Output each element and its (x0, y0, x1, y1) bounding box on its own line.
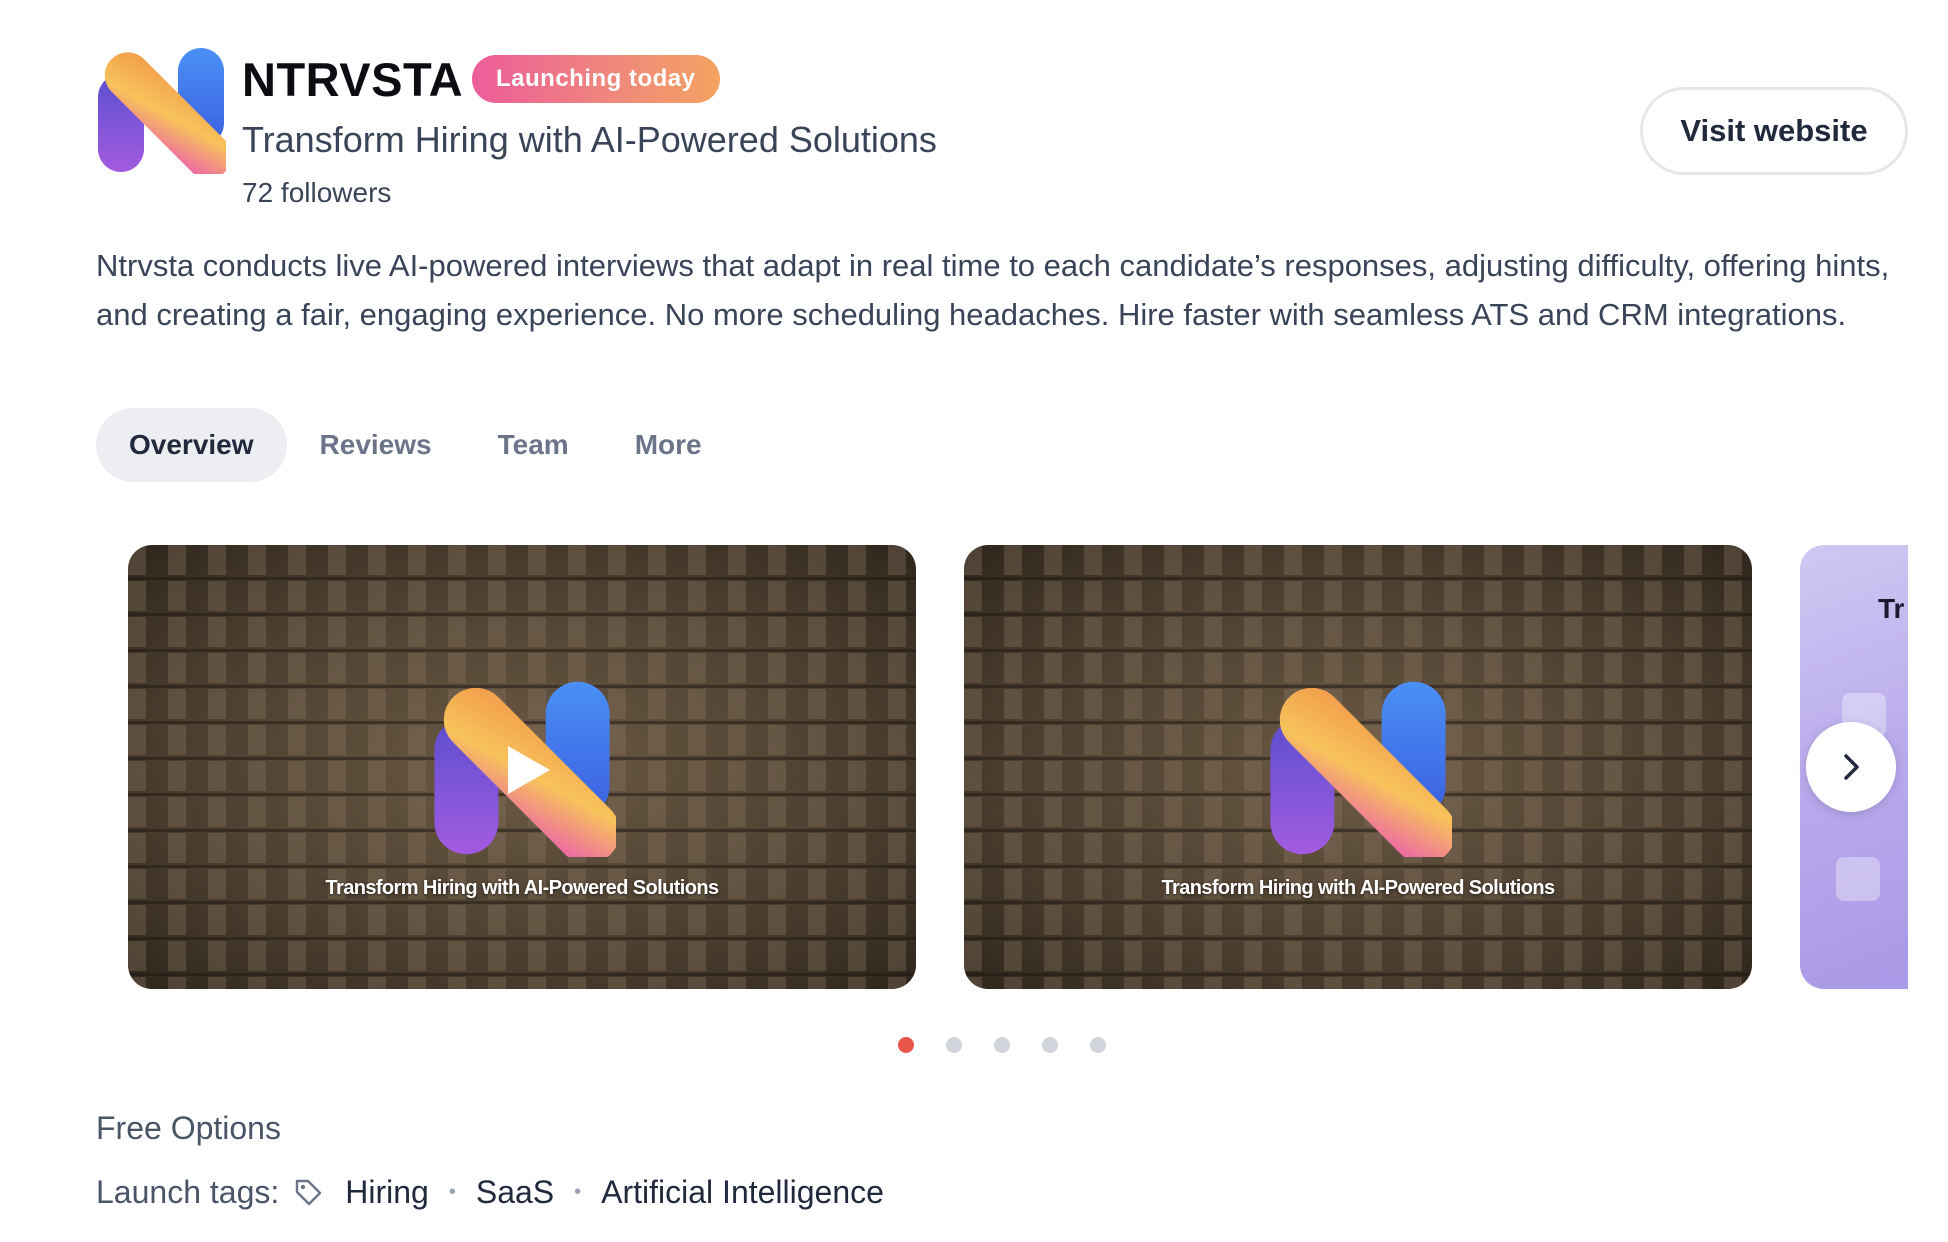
media-gallery: Transform Hiring with AI-Powered Solutio… (96, 545, 1908, 989)
slide-caption: Transform Hiring with AI-Powered Solutio… (325, 877, 720, 899)
tag-separator: • (448, 1180, 456, 1203)
gallery-dot[interactable] (1090, 1037, 1106, 1053)
product-description: Ntrvsta conducts live AI-powered intervi… (96, 248, 1890, 332)
launch-tags-label: Launch tags: (96, 1173, 280, 1210)
tag-hiring[interactable]: Hiring (345, 1174, 429, 1211)
product-tagline: Transform Hiring with AI-Powered Solutio… (242, 119, 937, 160)
gallery-dot[interactable] (946, 1037, 962, 1053)
gallery-dot[interactable] (1042, 1037, 1058, 1053)
followers-count[interactable]: 72 followers (242, 175, 391, 211)
launching-today-badge: Launching today (472, 55, 720, 103)
chart-icon (1836, 857, 1880, 901)
gallery-slide-image[interactable]: Transform Hiring with AI-Powered Solutio… (964, 545, 1752, 989)
tab-more[interactable]: More (602, 408, 735, 482)
gallery-pagination (898, 1037, 1106, 1053)
gallery-slide-video[interactable]: Transform Hiring with AI-Powered Solutio… (128, 545, 916, 989)
pricing-info: Free Options (96, 1110, 281, 1146)
launch-tags: Launch tags: Hiring • SaaS • Artificial … (96, 1172, 884, 1212)
product-name: NTRVSTA (242, 53, 464, 106)
tab-team[interactable]: Team (465, 408, 602, 482)
tag-separator: • (574, 1180, 582, 1203)
product-logo-icon[interactable] (96, 46, 226, 174)
tab-reviews[interactable]: Reviews (287, 408, 465, 482)
tag-artificial-intelligence[interactable]: Artificial Intelligence (601, 1174, 884, 1211)
play-icon[interactable] (500, 742, 556, 798)
product-tabs: Overview Reviews Team More (96, 408, 735, 482)
chevron-right-icon (1844, 754, 1859, 780)
slide-logo-icon (1270, 681, 1452, 857)
gallery-dot[interactable] (898, 1037, 914, 1053)
tag-icon (296, 1179, 322, 1206)
gallery-next-button[interactable] (1806, 722, 1896, 812)
slide-caption: Transform Hiring with AI-Powered Solutio… (1161, 877, 1556, 899)
slide-partial-title: Tr (1878, 593, 1905, 624)
tab-overview[interactable]: Overview (96, 408, 287, 482)
visit-website-button[interactable]: Visit website (1640, 87, 1908, 175)
gallery-dot[interactable] (994, 1037, 1010, 1053)
tag-saas[interactable]: SaaS (476, 1174, 554, 1211)
product-page: NTRVSTA Launching today Transform Hiring… (0, 0, 1948, 1242)
